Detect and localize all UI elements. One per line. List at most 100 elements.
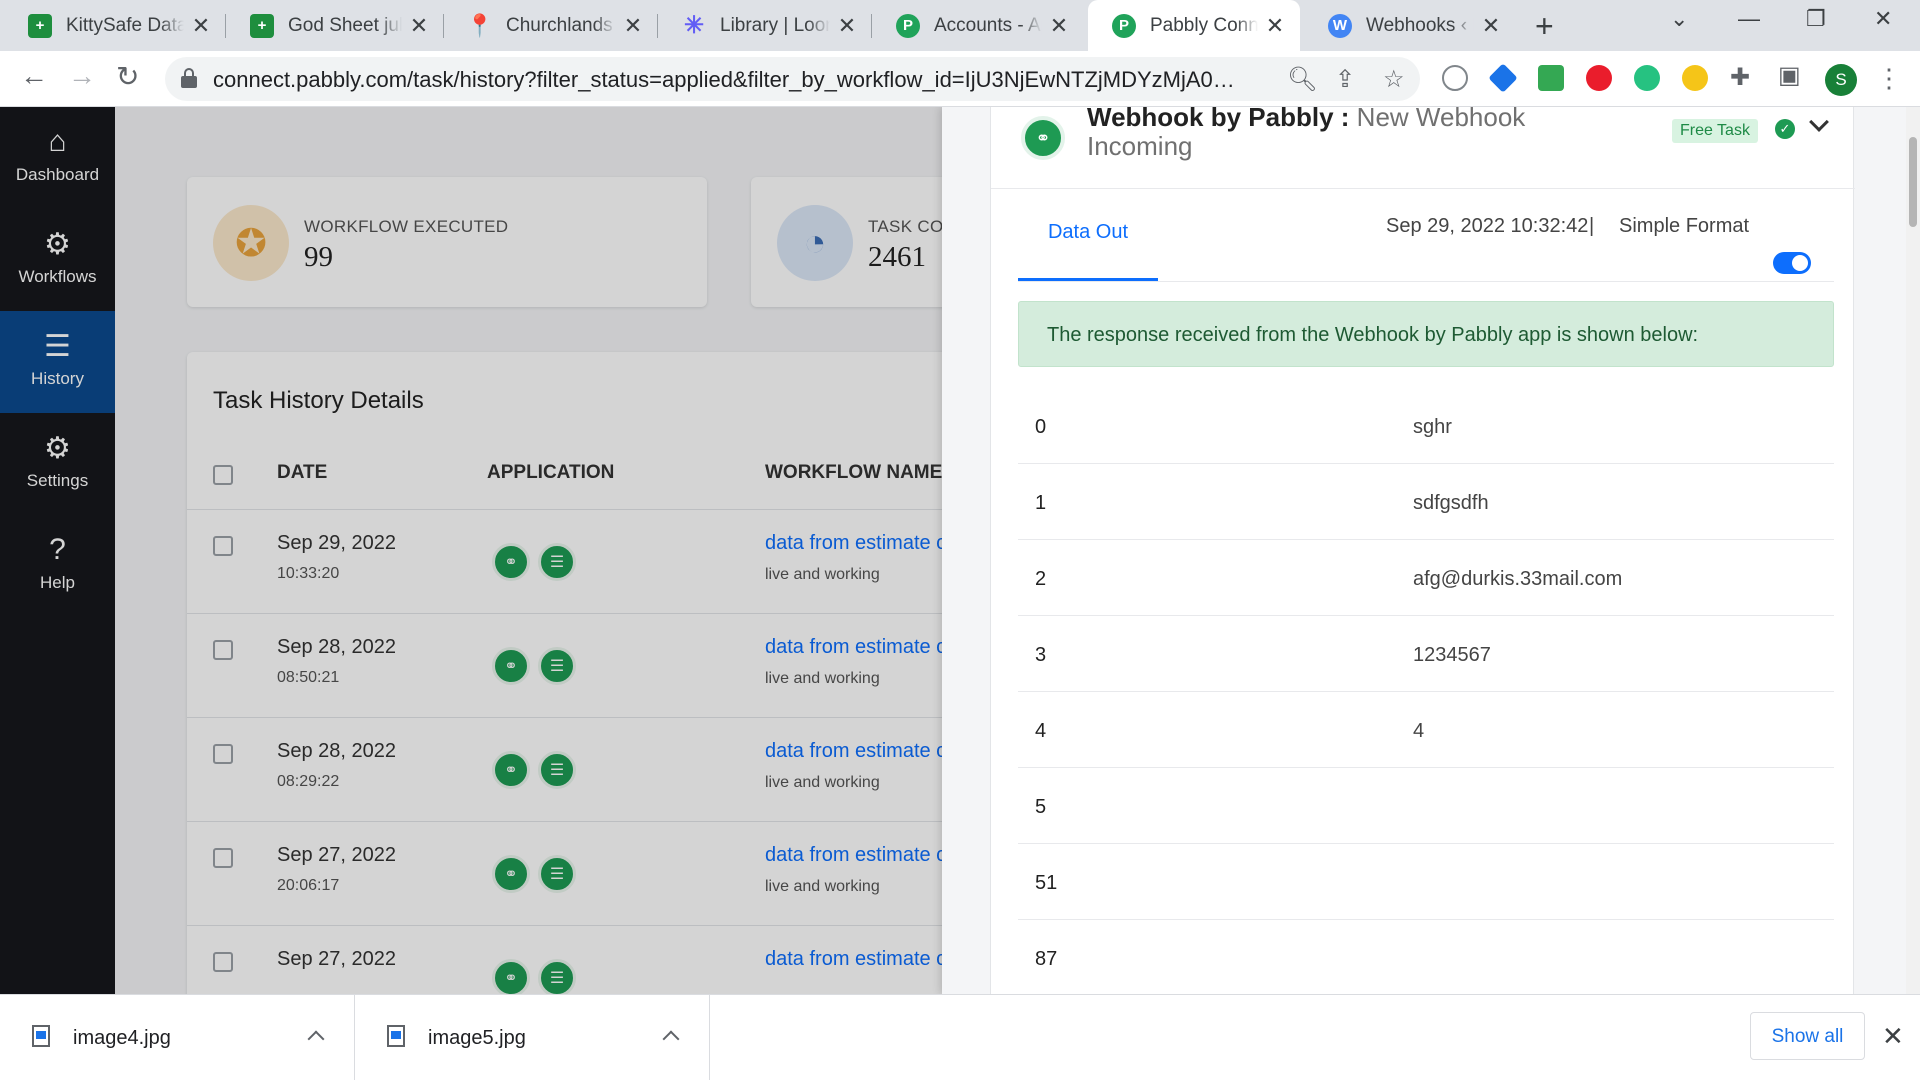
close-icon[interactable]: ✕ — [190, 13, 212, 39]
scrollbar-thumb[interactable] — [1909, 137, 1917, 227]
image-file-icon — [32, 1025, 50, 1047]
tab-data-out[interactable]: Data Out — [1018, 189, 1158, 281]
close-icon[interactable]: ✕ — [1264, 13, 1286, 39]
download-filename: image4.jpg — [73, 1027, 171, 1049]
data-key: 51 — [1035, 872, 1058, 894]
more-menu-icon[interactable]: ⋮ — [1876, 63, 1902, 94]
chevron-down-icon[interactable] — [1809, 112, 1829, 132]
data-row: 5 — [1018, 768, 1834, 844]
extension-diamond-icon[interactable] — [1488, 63, 1518, 93]
extension-pin-icon[interactable] — [1586, 65, 1612, 91]
zoom-icon[interactable]: 🔍︎ — [1287, 65, 1317, 94]
step-detail-card: ⚭ Webhook by Pabbly : New Webhook Incomi… — [990, 107, 1855, 994]
back-arrow-icon[interactable]: ← — [20, 60, 48, 92]
extension-yellow-icon[interactable] — [1682, 65, 1708, 91]
data-row: 4 4 — [1018, 692, 1834, 768]
show-all-button[interactable]: Show all — [1750, 1012, 1865, 1060]
lock-icon — [181, 68, 197, 88]
google-sheets-icon: + — [250, 13, 274, 38]
step-header[interactable]: ⚭ Webhook by Pabbly : New Webhook Incomi… — [991, 107, 1855, 189]
close-icon[interactable]: ✕ — [1480, 13, 1502, 39]
data-value: sdfgsdfh — [1413, 492, 1489, 514]
forward-arrow-icon[interactable]: → — [68, 60, 96, 92]
pabbly-app: ⌂ Dashboard ⚙ Workflows ☰ History ⚙ Sett… — [0, 107, 1920, 994]
browser-tab-active[interactable]: P Pabbly Connect ✕ — [1088, 0, 1300, 51]
pabbly-icon: P — [896, 13, 920, 38]
tab-search-icon[interactable]: ⌄ — [1670, 6, 1688, 32]
download-filename: image5.jpg — [428, 1027, 526, 1049]
data-row: 3 1234567 — [1018, 616, 1834, 692]
close-icon[interactable]: ✕ — [1882, 1021, 1904, 1052]
close-icon[interactable]: ✕ — [408, 13, 430, 39]
modal-backdrop[interactable] — [0, 107, 942, 994]
bookmark-star-icon[interactable]: ☆ — [1383, 65, 1405, 94]
chevron-up-icon[interactable] — [662, 1030, 680, 1048]
tab-title: Library | Loom — [720, 14, 830, 36]
extensions-puzzle-icon[interactable]: ✚ — [1730, 63, 1750, 92]
step-title: Webhook by Pabbly : New Webhook Incoming — [1087, 107, 1557, 161]
google-maps-icon: 📍 — [466, 12, 494, 38]
profile-avatar[interactable]: S — [1825, 64, 1857, 96]
tab-title: Accounts - App — [934, 14, 1042, 36]
data-row: 51 — [1018, 844, 1834, 920]
browser-tab[interactable]: ✳ Library | Loom ✕ — [658, 0, 872, 51]
restore-icon[interactable]: ❐ — [1806, 6, 1826, 32]
data-row: 1 sdfgsdfh — [1018, 464, 1834, 540]
download-item[interactable]: image4.jpg — [0, 995, 355, 1080]
simple-format-toggle[interactable] — [1773, 252, 1811, 274]
data-key: 1 — [1035, 492, 1047, 514]
chevron-up-icon[interactable] — [307, 1030, 325, 1048]
window-close-icon[interactable]: ✕ — [1874, 6, 1892, 32]
data-row: 0 sghr — [1018, 388, 1834, 464]
address-bar[interactable]: connect.pabbly.com/task/history?filter_s… — [165, 57, 1420, 101]
pabbly-icon: P — [1112, 13, 1136, 38]
browser-tab[interactable]: P Accounts - App ✕ — [872, 0, 1084, 51]
tab-title: Pabbly Connect — [1150, 14, 1258, 36]
panel-scrollbar[interactable] — [1906, 107, 1920, 994]
share-icon[interactable]: ⇪ — [1335, 65, 1355, 94]
new-tab-button[interactable]: + — [1535, 8, 1554, 45]
task-detail-panel: ⚭ Webhook by Pabbly : New Webhook Incomi… — [942, 107, 1920, 994]
data-row: 87 — [1018, 920, 1834, 994]
data-value: 1234567 — [1413, 644, 1491, 666]
response-info-alert: The response received from the Webhook b… — [1018, 301, 1834, 367]
browser-toolbar: ← → ↻ connect.pabbly.com/task/history?fi… — [0, 51, 1920, 107]
loom-icon: ✳ — [683, 12, 705, 39]
image-file-icon — [387, 1025, 405, 1047]
extension-folder-icon[interactable] — [1538, 65, 1564, 91]
close-icon[interactable]: ✕ — [622, 13, 644, 39]
url-text[interactable]: connect.pabbly.com/task/history?filter_s… — [213, 67, 1243, 93]
webhook-icon: ⚭ — [1021, 116, 1065, 160]
browser-tab[interactable]: + KittySafe Datab ✕ — [4, 0, 226, 51]
browser-tab[interactable]: W Webhooks ‹ Fo ✕ — [1304, 0, 1516, 51]
data-key: 87 — [1035, 948, 1058, 970]
data-key: 3 — [1035, 644, 1047, 666]
reload-icon[interactable]: ↻ — [116, 60, 139, 93]
side-panel-icon[interactable]: ▣ — [1778, 61, 1801, 90]
data-key: 0 — [1035, 416, 1047, 438]
data-key: 2 — [1035, 568, 1047, 590]
tab-title: KittySafe Datab — [66, 14, 184, 36]
minimize-icon[interactable]: — — [1738, 6, 1760, 32]
downloads-bar: image4.jpg image5.jpg Show all ✕ — [0, 994, 1920, 1080]
data-row: 2 afg@durkis.33mail.com — [1018, 540, 1834, 616]
browser-tab[interactable]: 📍 Churchlands - G ✕ — [444, 0, 658, 51]
data-key: 5 — [1035, 796, 1047, 818]
browser-tab[interactable]: + God Sheet julia ✕ — [226, 0, 444, 51]
data-value: afg@durkis.33mail.com — [1413, 568, 1623, 590]
data-value: 4 — [1413, 720, 1425, 742]
pabbly-extension-icon[interactable] — [1442, 65, 1468, 91]
data-key: 4 — [1035, 720, 1047, 742]
execution-timestamp: Sep 29, 2022 10:32:42 — [1386, 215, 1589, 237]
data-value: sghr — [1413, 416, 1452, 438]
close-icon[interactable]: ✕ — [836, 13, 858, 39]
step-app-name: Webhook by Pabbly : — [1087, 107, 1357, 132]
free-task-badge: Free Task — [1672, 119, 1758, 143]
extension-circle-icon[interactable] — [1634, 65, 1660, 91]
close-icon[interactable]: ✕ — [1048, 13, 1070, 39]
divider — [1018, 281, 1834, 282]
simple-format-label: Simple Format — [1619, 215, 1750, 237]
check-circle-icon: ✓ — [1775, 119, 1795, 139]
download-item[interactable]: image5.jpg — [355, 995, 710, 1080]
wordpress-icon: W — [1328, 13, 1352, 38]
